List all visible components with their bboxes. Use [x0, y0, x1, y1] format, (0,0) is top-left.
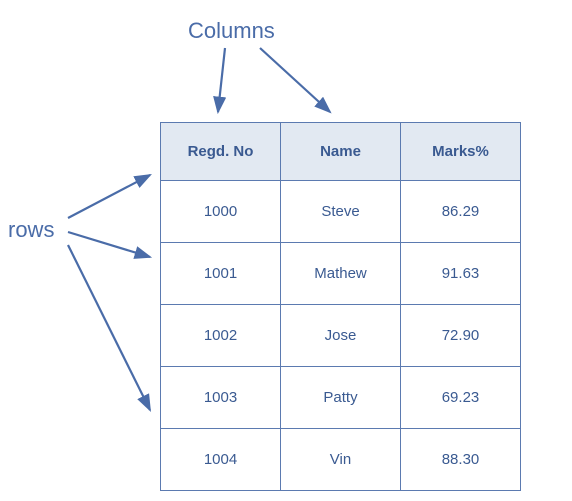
table-row: 1000 Steve 86.29: [161, 181, 521, 243]
table-row: 1004 Vin 88.30: [161, 429, 521, 491]
cell-name: Patty: [281, 367, 401, 429]
data-table: Regd. No Name Marks% 1000 Steve 86.29 10…: [160, 122, 521, 491]
table-row: 1003 Patty 69.23: [161, 367, 521, 429]
table-row: 1002 Jose 72.90: [161, 305, 521, 367]
cell-name: Jose: [281, 305, 401, 367]
cell-marks: 86.29: [401, 181, 521, 243]
cell-name: Mathew: [281, 243, 401, 305]
cell-name: Vin: [281, 429, 401, 491]
cell-marks: 69.23: [401, 367, 521, 429]
cell-regd: 1004: [161, 429, 281, 491]
cell-name: Steve: [281, 181, 401, 243]
column-header-marks: Marks%: [401, 123, 521, 181]
cell-marks: 91.63: [401, 243, 521, 305]
table-row: 1001 Mathew 91.63: [161, 243, 521, 305]
cell-marks: 88.30: [401, 429, 521, 491]
cell-regd: 1003: [161, 367, 281, 429]
cell-regd: 1001: [161, 243, 281, 305]
cell-regd: 1002: [161, 305, 281, 367]
column-header-regd: Regd. No: [161, 123, 281, 181]
table-header-row: Regd. No Name Marks%: [161, 123, 521, 181]
diagram-canvas: Columns rows Regd. No Name Marks%: [0, 0, 572, 501]
cell-marks: 72.90: [401, 305, 521, 367]
cell-regd: 1000: [161, 181, 281, 243]
column-header-name: Name: [281, 123, 401, 181]
